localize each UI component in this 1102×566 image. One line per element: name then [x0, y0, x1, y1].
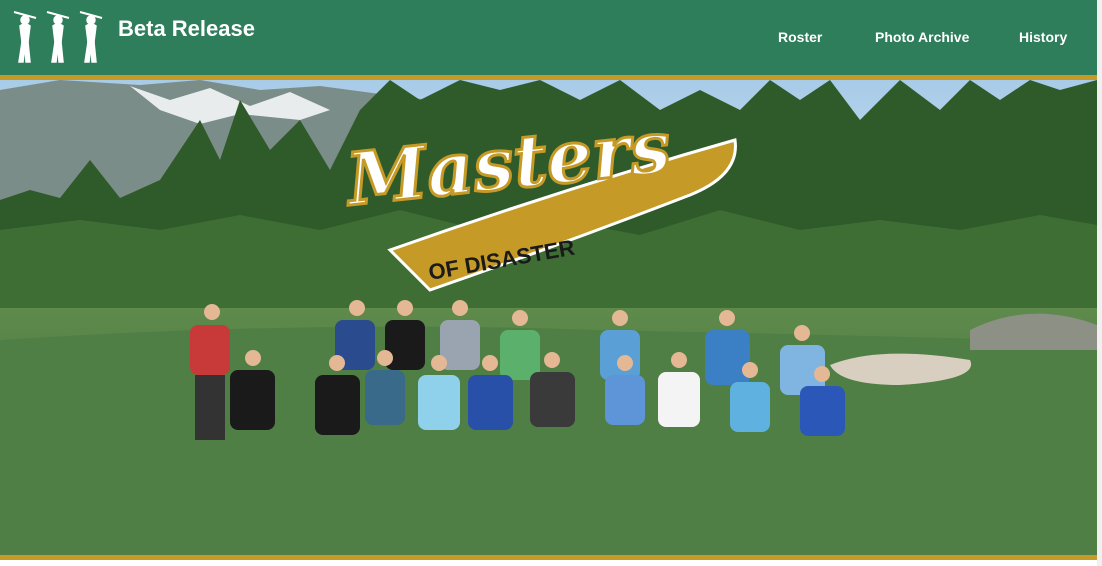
golfer-trio-icon[interactable]	[10, 8, 110, 66]
nav-link-history[interactable]: History	[1019, 29, 1067, 45]
nav-link-photo-archive[interactable]: Photo Archive	[875, 29, 969, 45]
footer-divider	[0, 555, 1097, 560]
top-navbar: Beta Release Roster Photo Archive Histor…	[0, 0, 1097, 75]
hero-banner-image: OF DISASTER Masters	[0, 80, 1097, 555]
page-scrollbar[interactable]	[1097, 0, 1102, 566]
brand-link[interactable]: Beta Release	[118, 16, 255, 42]
nav-link-roster[interactable]: Roster	[778, 29, 822, 45]
